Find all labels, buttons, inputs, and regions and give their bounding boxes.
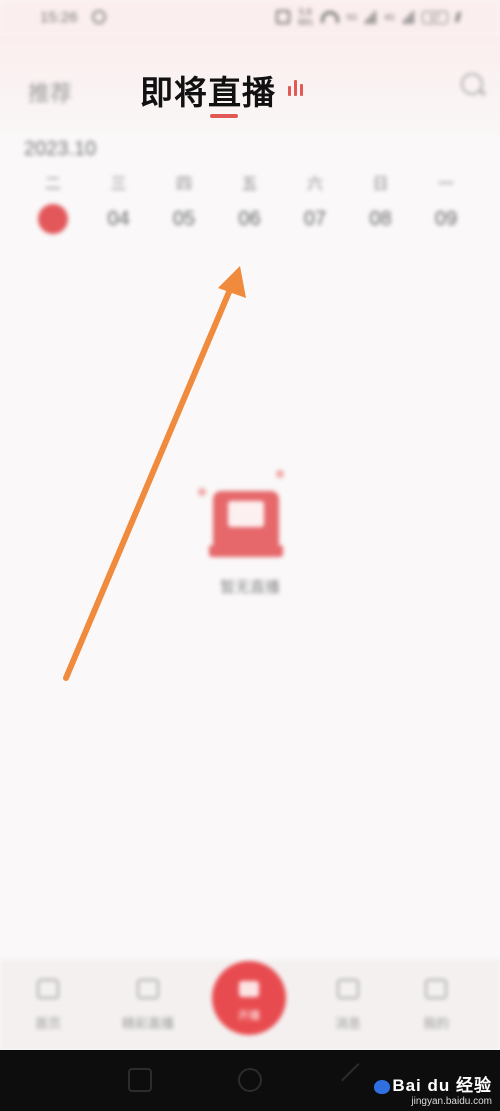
- date-item[interactable]: 日 08: [348, 172, 414, 234]
- signal-2-label: 4G: [384, 12, 395, 22]
- weekday-label: 四: [175, 176, 192, 193]
- bottom-nav: 首页 精彩直播 开播消息 我的: [0, 960, 500, 1051]
- home-button[interactable]: [238, 1068, 262, 1092]
- date-item[interactable]: 六 07: [282, 172, 348, 234]
- watermark: Bai du 经验 jingyan.baidu.com: [372, 1071, 492, 1107]
- date-item[interactable]: 四 05: [151, 172, 217, 234]
- weekday-label: 二: [44, 176, 61, 193]
- nav-item-label: 我的: [422, 1016, 449, 1031]
- weekday-label: 一: [437, 176, 454, 193]
- battery-icon: 57: [422, 10, 448, 24]
- empty-state-text: 暂无直播: [219, 579, 280, 596]
- broadcast-icon: [239, 981, 259, 997]
- wifi-icon: [320, 11, 339, 23]
- date-strip: 二 三 04 四 05 五 06 六 07 日 08 一 09: [20, 172, 500, 242]
- tab-recommend[interactable]: 推荐: [28, 76, 72, 108]
- nav-item[interactable]: 精彩直播: [108, 979, 188, 1032]
- nav-item-label: 开播: [238, 1010, 260, 1022]
- nav-item-center[interactable]: 开播: [212, 961, 286, 1035]
- message-icon: [337, 979, 359, 999]
- charging-icon: [454, 12, 462, 22]
- tab-active-indicator: [210, 114, 238, 118]
- tab-upcoming-live[interactable]: 即将直播: [140, 66, 276, 114]
- paw-icon: [374, 1079, 391, 1094]
- weekday-label: 五: [241, 176, 258, 193]
- alarm-icon: [92, 10, 106, 24]
- signal-2-icon: [403, 10, 414, 24]
- date-item[interactable]: 五 06: [217, 172, 283, 234]
- network-speed: 5.8 M/s: [298, 7, 313, 27]
- profile-icon: [425, 979, 447, 999]
- selected-date-marker: [38, 204, 68, 234]
- nav-item-label: 首页: [34, 1016, 61, 1031]
- nav-item[interactable]: 消息: [308, 979, 388, 1032]
- date-number: 09: [434, 208, 458, 230]
- signal-1-icon: [365, 10, 377, 24]
- top-tab-bar: 推荐 即将直播: [0, 36, 500, 136]
- arrow-head: [218, 266, 246, 298]
- date-item[interactable]: 一 09: [413, 172, 479, 234]
- nav-item[interactable]: 我的: [396, 979, 476, 1032]
- date-number: 06: [238, 208, 261, 230]
- vibrate-icon: [276, 10, 291, 24]
- date-item[interactable]: 二: [20, 172, 86, 234]
- nav-item[interactable]: 首页: [8, 979, 88, 1032]
- arrow-shaft: [63, 282, 235, 681]
- live-icon: [137, 979, 159, 999]
- date-number: 04: [107, 208, 130, 230]
- search-icon[interactable]: [461, 73, 483, 95]
- date-item[interactable]: 三 04: [86, 172, 152, 234]
- network-speed-unit: M/s: [298, 17, 313, 27]
- weekday-label: 六: [306, 176, 323, 193]
- sparkle-icon: [198, 488, 206, 496]
- watermark-brand: Bai du 经验: [372, 1071, 492, 1096]
- nav-item-label: 精彩直播: [121, 1016, 174, 1031]
- signal-1-label: 5G: [346, 12, 358, 22]
- status-bar: 15:26 5.8 M/s 5G 4G 57: [0, 0, 500, 36]
- status-icons: 5.8 M/s 5G 4G 57: [276, 7, 462, 27]
- back-button[interactable]: [341, 1063, 375, 1097]
- recents-button[interactable]: [128, 1068, 152, 1092]
- weekday-label: 三: [110, 176, 127, 193]
- empty-live-icon: [209, 491, 283, 559]
- month-label: 2023.10: [24, 138, 97, 160]
- live-indicator-icon: [288, 80, 303, 96]
- watermark-url: jingyan.baidu.com: [411, 1096, 492, 1107]
- sparkle-icon: [276, 470, 284, 478]
- network-speed-value: 5.8: [299, 7, 312, 17]
- status-time: 15:26: [40, 9, 78, 26]
- date-number: 05: [172, 208, 196, 230]
- nav-item-label: 消息: [334, 1016, 361, 1031]
- system-nav-bar: Bai du 经验 jingyan.baidu.com: [0, 1050, 500, 1111]
- weekday-label: 日: [372, 176, 389, 193]
- date-number: 08: [369, 208, 392, 230]
- date-number: 07: [303, 208, 327, 230]
- home-icon: [37, 979, 59, 999]
